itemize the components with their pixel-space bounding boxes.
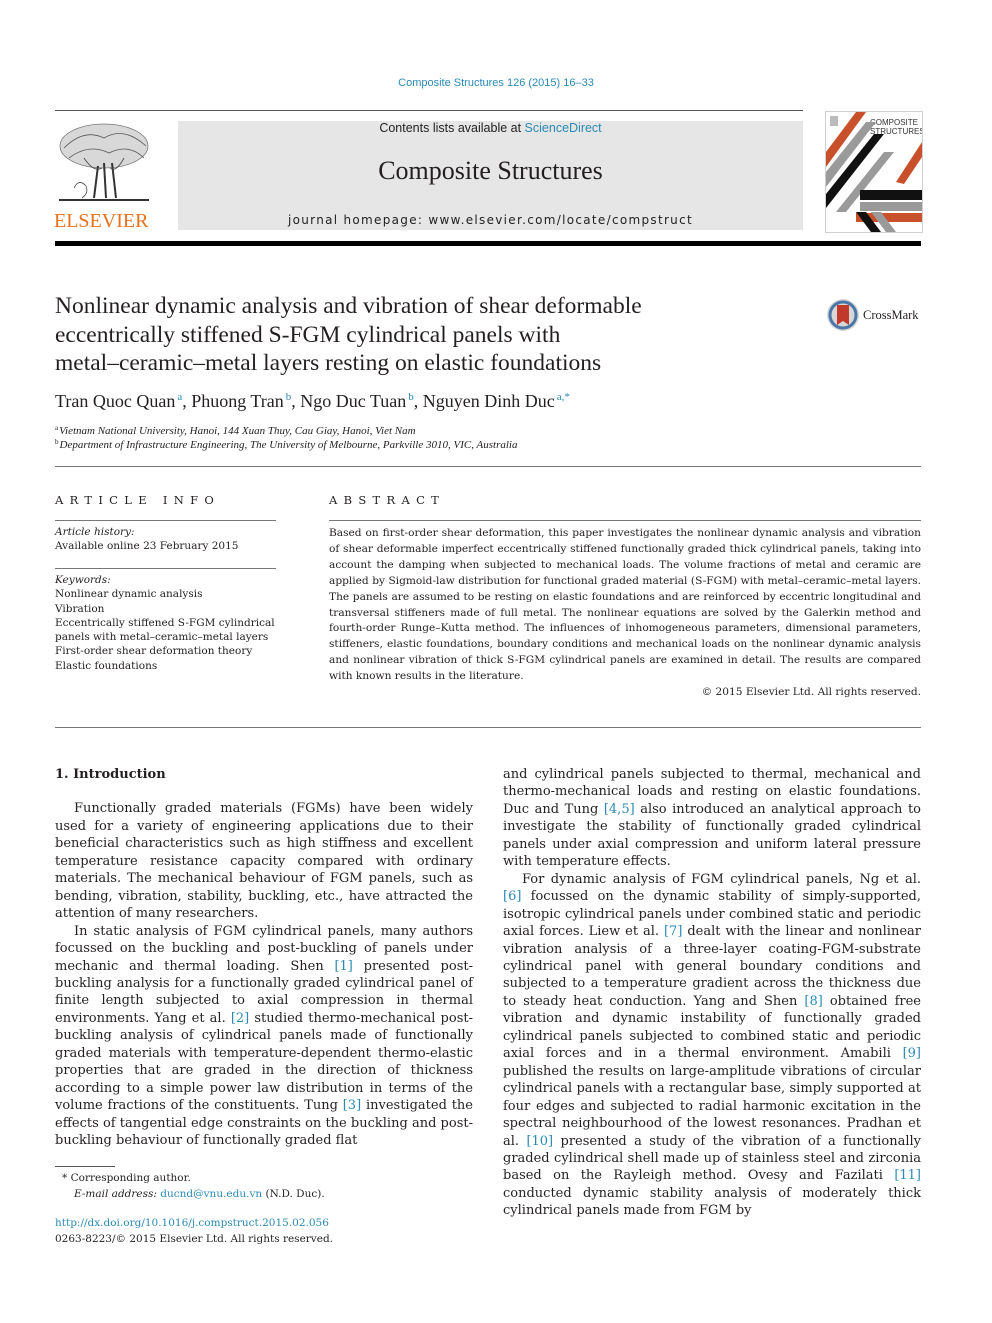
contents-line: Contents lists available at ScienceDirec…	[178, 121, 803, 135]
journal-title: Composite Structures	[378, 156, 603, 185]
right-paragraphs: and cylindrical panels subjected to ther…	[503, 766, 921, 1220]
keywords-label: Keywords:	[55, 574, 111, 586]
citation-link[interactable]: [4,5]	[604, 802, 635, 817]
article-history-value: Available online 23 February 2015	[55, 540, 239, 553]
email-link[interactable]: ducnd@vnu.edu.vn	[160, 1188, 262, 1200]
citation-link[interactable]: [9]	[903, 1046, 921, 1061]
cover-title-line1: COMPOSITE	[870, 118, 918, 127]
body-paragraph: In static analysis of FGM cylindrical pa…	[55, 923, 473, 1150]
crossmark-icon	[827, 299, 859, 331]
title-line: eccentrically stiffened S-FGM cylindrica…	[55, 321, 561, 348]
cover-art-icon: COMPOSITE STRUCTURES	[826, 112, 922, 232]
corresponding-author-text: Corresponding author.	[70, 1172, 191, 1184]
author-name[interactable]: Tran Quoc Quan	[55, 391, 175, 411]
affiliation: aVietnam National University, Hanoi, 144…	[55, 424, 416, 437]
masthead-thick-rule	[55, 241, 921, 246]
author-affil-marker[interactable]: a	[177, 391, 182, 403]
keyword: Vibration	[55, 602, 105, 615]
citation-link[interactable]: [6]	[503, 889, 521, 904]
body-paragraph: and cylindrical panels subjected to ther…	[503, 766, 921, 871]
keyword: Elastic foundations	[55, 659, 158, 672]
affiliation: bDepartment of Infrastructure Engineerin…	[55, 438, 517, 451]
paragraph-text: For dynamic analysis of FGM cylindrical …	[522, 871, 921, 887]
elsevier-tree-icon	[59, 123, 149, 201]
header-rule	[55, 110, 803, 111]
keyword: Nonlinear dynamic analysis	[55, 588, 203, 601]
title-line: Nonlinear dynamic analysis and vibration…	[55, 293, 642, 319]
abstract-heading: ABSTRACT	[329, 493, 446, 507]
citation-link[interactable]: [2]	[231, 1011, 249, 1026]
abstract-text: Based on first-order shear deformation, …	[329, 527, 921, 683]
author-name[interactable]: Nguyen Dinh Duc	[423, 391, 555, 411]
article-title: Nonlinear dynamic analysis and vibration…	[55, 292, 775, 378]
affiliation-text: Vietnam National University, Hanoi, 144 …	[59, 425, 416, 437]
doi-block: http://dx.doi.org/10.1016/j.compstruct.2…	[55, 1215, 485, 1247]
asterisk-icon: *	[62, 1172, 68, 1184]
citation-link[interactable]: [1]	[334, 959, 352, 974]
keyword: First-order shear deformation theory	[55, 645, 253, 658]
citation-link[interactable]: [11]	[894, 1168, 921, 1183]
keywords-rule	[55, 568, 276, 569]
issn-copyright: 0263-8223/© 2015 Elsevier Ltd. All right…	[55, 1233, 334, 1245]
author-affil-marker[interactable]: b	[286, 391, 292, 403]
left-paragraphs: Functionally graded materials (FGMs) hav…	[55, 800, 473, 1149]
affiliation-marker: a	[55, 424, 59, 432]
article-history: Article history: Available online 23 Feb…	[55, 525, 280, 554]
paragraph-text: presented a study of the vibration of a …	[503, 1133, 921, 1184]
abstract-rule	[329, 520, 921, 521]
keyword: Eccentrically stiffened S-FGM cylindrica…	[55, 616, 275, 629]
body-right-column: and cylindrical panels subjected to ther…	[503, 766, 921, 1220]
article-info-rule	[55, 520, 276, 521]
elsevier-wordmark: ELSEVIER	[54, 210, 149, 232]
abstract-copyright: © 2015 Elsevier Ltd. All rights reserved…	[701, 686, 921, 699]
author-affil-marker[interactable]: a,*	[557, 391, 570, 403]
contents-prefix: Contents lists available at	[379, 121, 525, 135]
author-name[interactable]: Ngo Duc Tuan	[300, 391, 406, 411]
affiliations-rule	[55, 466, 921, 467]
article-info-heading: ARTICLE INFO	[55, 493, 221, 507]
running-head[interactable]: Composite Structures 126 (2015) 16–33	[0, 77, 992, 89]
author-affil-marker[interactable]: b	[408, 391, 414, 403]
author-name[interactable]: Phuong Tran	[191, 391, 284, 411]
affiliation-marker: b	[55, 438, 59, 446]
body-paragraph: Functionally graded materials (FGMs) hav…	[55, 800, 473, 922]
footnote-rule	[55, 1166, 115, 1167]
abstract-bottom-rule	[55, 727, 921, 728]
keywords-block: Keywords: Nonlinear dynamic analysis Vib…	[55, 573, 280, 673]
article-history-label: Article history:	[55, 526, 135, 538]
journal-homepage-link[interactable]: journal homepage: www.elsevier.com/locat…	[178, 213, 803, 227]
body-left-column: 1. Introduction Functionally graded mate…	[55, 766, 473, 1150]
elsevier-logo[interactable]: ELSEVIER	[54, 118, 154, 232]
paragraph-text: conducted dynamic stability analysis of …	[503, 1185, 921, 1219]
keyword: panels with metal–ceramic–metal layers	[55, 631, 269, 644]
email-suffix: (N.D. Duc).	[262, 1188, 325, 1200]
paragraph-text: Functionally graded materials (FGMs) hav…	[55, 801, 473, 922]
title-line: metal–ceramic–metal layers resting on el…	[55, 350, 602, 376]
citation-link[interactable]: [3]	[343, 1098, 361, 1113]
citation-link[interactable]: [8]	[804, 994, 822, 1009]
email-label: E-mail address:	[74, 1188, 161, 1200]
citation-link[interactable]: [10]	[526, 1134, 553, 1149]
journal-cover-thumbnail[interactable]: COMPOSITE STRUCTURES	[825, 111, 923, 233]
abstract: Based on first-order shear deformation, …	[329, 526, 921, 701]
author-list: Tran Quoc Quan a, Phuong Tran b, Ngo Duc T…	[55, 391, 570, 411]
doi-link[interactable]: http://dx.doi.org/10.1016/j.compstruct.2…	[55, 1215, 485, 1231]
affiliation-text: Department of Infrastructure Engineering…	[59, 439, 518, 451]
sciencedirect-link[interactable]: ScienceDirect	[525, 121, 602, 135]
journal-citation-link[interactable]: Composite Structures 126 (2015) 16–33	[398, 77, 594, 89]
crossmark-label: CrossMark	[863, 307, 919, 322]
corresponding-author-footnote: * Corresponding author. E-mail address: …	[62, 1170, 482, 1202]
crossmark-button[interactable]: CrossMark	[826, 298, 919, 332]
section-heading: 1. Introduction	[55, 767, 166, 782]
citation-link[interactable]: [7]	[664, 924, 682, 939]
body-paragraph: For dynamic analysis of FGM cylindrical …	[503, 871, 921, 1220]
